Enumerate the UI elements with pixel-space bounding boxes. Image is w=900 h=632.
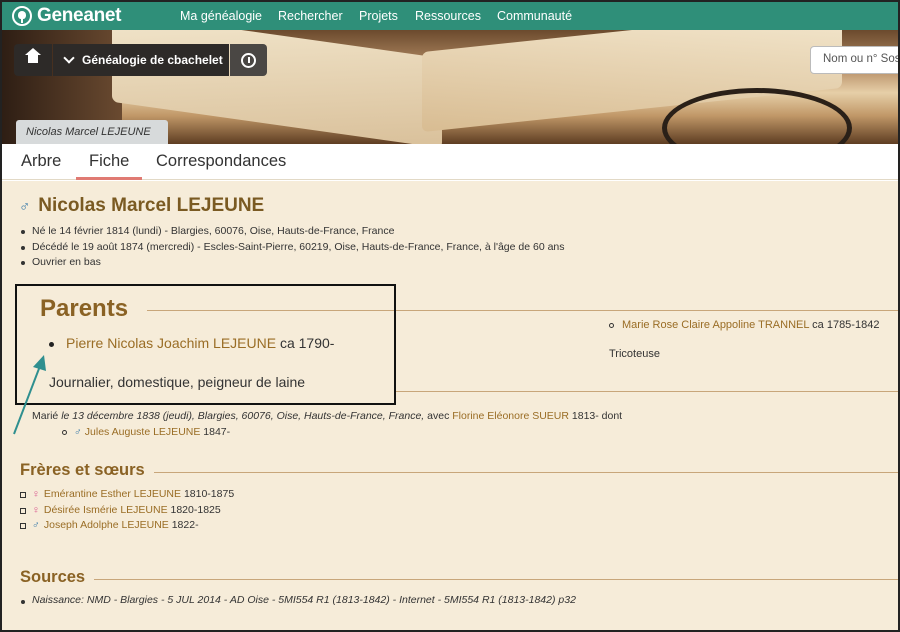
fact-death: Décédé le 19 août 1874 (mercredi) - Escl… xyxy=(20,240,565,256)
top-navigation: Geneanet Ma généalogie Rechercher Projet… xyxy=(2,2,898,30)
brand-name: Geneanet xyxy=(37,5,122,26)
father-entry: Pierre Nicolas Joachim LEJEUNE ca 1790- xyxy=(49,335,334,351)
siblings-divider xyxy=(154,472,898,473)
sources-title: Sources xyxy=(20,568,86,586)
sibling-link[interactable]: Emérantine Esther LEJEUNE xyxy=(44,488,181,500)
unions-divider xyxy=(396,391,898,392)
marriage-entry: Marié le 13 décembre 1838 (jeudi), Blarg… xyxy=(32,410,622,422)
main-content: ♂ Nicolas Marcel LEJEUNE Né le 14 février… xyxy=(2,181,898,630)
child-dates: 1847- xyxy=(203,426,231,438)
fact-occupation: Ouvrier en bas xyxy=(20,255,565,271)
nav-communaute[interactable]: Communauté xyxy=(497,9,572,23)
spouse-dates: 1813- dont xyxy=(571,410,623,422)
mother-entry: Marie Rose Claire Appoline TRANNEL ca 17… xyxy=(609,319,879,331)
annotation-arrow xyxy=(13,355,46,435)
active-tab-indicator xyxy=(76,177,142,180)
nav-projets[interactable]: Projets xyxy=(359,9,398,23)
child-entry: ♂ Jules Auguste LEJEUNE 1847- xyxy=(62,426,230,438)
marriage-with: avec xyxy=(427,410,450,422)
list-item: ♂ Joseph Adolphe LEJEUNE 1822- xyxy=(20,518,234,534)
father-occupation: Journalier, domestique, peigneur de lain… xyxy=(49,374,306,390)
genealogy-dropdown-button[interactable]: Généalogie de cbachelet xyxy=(53,44,229,76)
list-item: ♀ Désirée Ismérie LEJEUNE 1820-1825 xyxy=(20,503,234,519)
geneanet-logo[interactable]: Geneanet xyxy=(12,5,122,26)
sibling-dates: 1820-1825 xyxy=(170,503,221,516)
chat-bubble-icon xyxy=(241,52,256,68)
mother-dates: ca 1785-1842 xyxy=(812,319,880,331)
chevron-down-icon xyxy=(63,52,75,64)
sibling-dates: 1810-1875 xyxy=(183,488,235,500)
sources-divider xyxy=(94,579,898,580)
nav-ressources[interactable]: Ressources xyxy=(415,9,481,23)
mother-occupation: Tricoteuse xyxy=(609,348,660,360)
sibling-link[interactable]: Joseph Adolphe LEJEUNE xyxy=(44,519,169,531)
male-icon: ♂ xyxy=(74,426,82,438)
geneanet-logo-icon xyxy=(12,6,32,26)
home-icon xyxy=(25,48,41,66)
tab-bar: Arbre Fiche Correspondances xyxy=(2,144,898,180)
nav-ma-genealogie[interactable]: Ma généalogie xyxy=(180,9,262,23)
person-name: Nicolas Marcel LEJEUNE xyxy=(38,195,265,216)
child-link[interactable]: Jules Auguste LEJEUNE xyxy=(85,426,201,438)
header-banner: Généalogie de cbachelet Nom ou n° Sosa N… xyxy=(2,30,898,144)
person-tab[interactable]: Nicolas Marcel LEJEUNE xyxy=(16,120,168,144)
female-icon: ♀ xyxy=(32,488,40,500)
chat-button[interactable] xyxy=(230,44,267,76)
female-icon: ♀ xyxy=(32,503,40,516)
mother-link[interactable]: Marie Rose Claire Appoline TRANNEL xyxy=(622,319,809,331)
person-facts: Né le 14 février 1814 (lundi) - Blargies… xyxy=(20,224,565,271)
spouse-link[interactable]: Florine Eléonore SUEUR xyxy=(452,410,569,422)
siblings-list: ♀ Emérantine Esther LEJEUNE 1810-1875 ♀ Dé… xyxy=(20,487,234,534)
marriage-details: le 13 décembre 1838 (jeudi), Blargies, 6… xyxy=(61,410,425,422)
father-link[interactable]: Pierre Nicolas Joachim LEJEUNE xyxy=(66,335,276,351)
tab-arbre[interactable]: Arbre xyxy=(21,152,61,171)
tab-fiche[interactable]: Fiche xyxy=(89,152,129,171)
tab-correspondances[interactable]: Correspondances xyxy=(156,152,286,171)
home-button[interactable] xyxy=(14,44,52,76)
source-item: Naissance: NMD - Blargies - 5 JUL 2014 -… xyxy=(20,594,576,606)
genealogy-button-label: Généalogie de cbachelet xyxy=(82,53,223,67)
bullet xyxy=(62,429,67,435)
search-input[interactable]: Nom ou n° Sosa xyxy=(810,46,898,74)
page-frame: Geneanet Ma généalogie Rechercher Projet… xyxy=(0,0,900,632)
male-icon: ♂ xyxy=(32,519,40,531)
list-item: ♀ Emérantine Esther LEJEUNE 1810-1875 xyxy=(20,487,234,503)
sibling-dates: 1822- xyxy=(171,519,199,531)
father-dates: ca 1790- xyxy=(279,335,335,351)
sibling-link[interactable]: Désirée Ismérie LEJEUNE xyxy=(44,504,168,516)
nav-rechercher[interactable]: Rechercher xyxy=(278,9,343,23)
fact-birth: Né le 14 février 1814 (lundi) - Blargies… xyxy=(20,224,565,240)
siblings-title: Frères et sœurs xyxy=(20,461,145,479)
bullet xyxy=(609,322,614,328)
